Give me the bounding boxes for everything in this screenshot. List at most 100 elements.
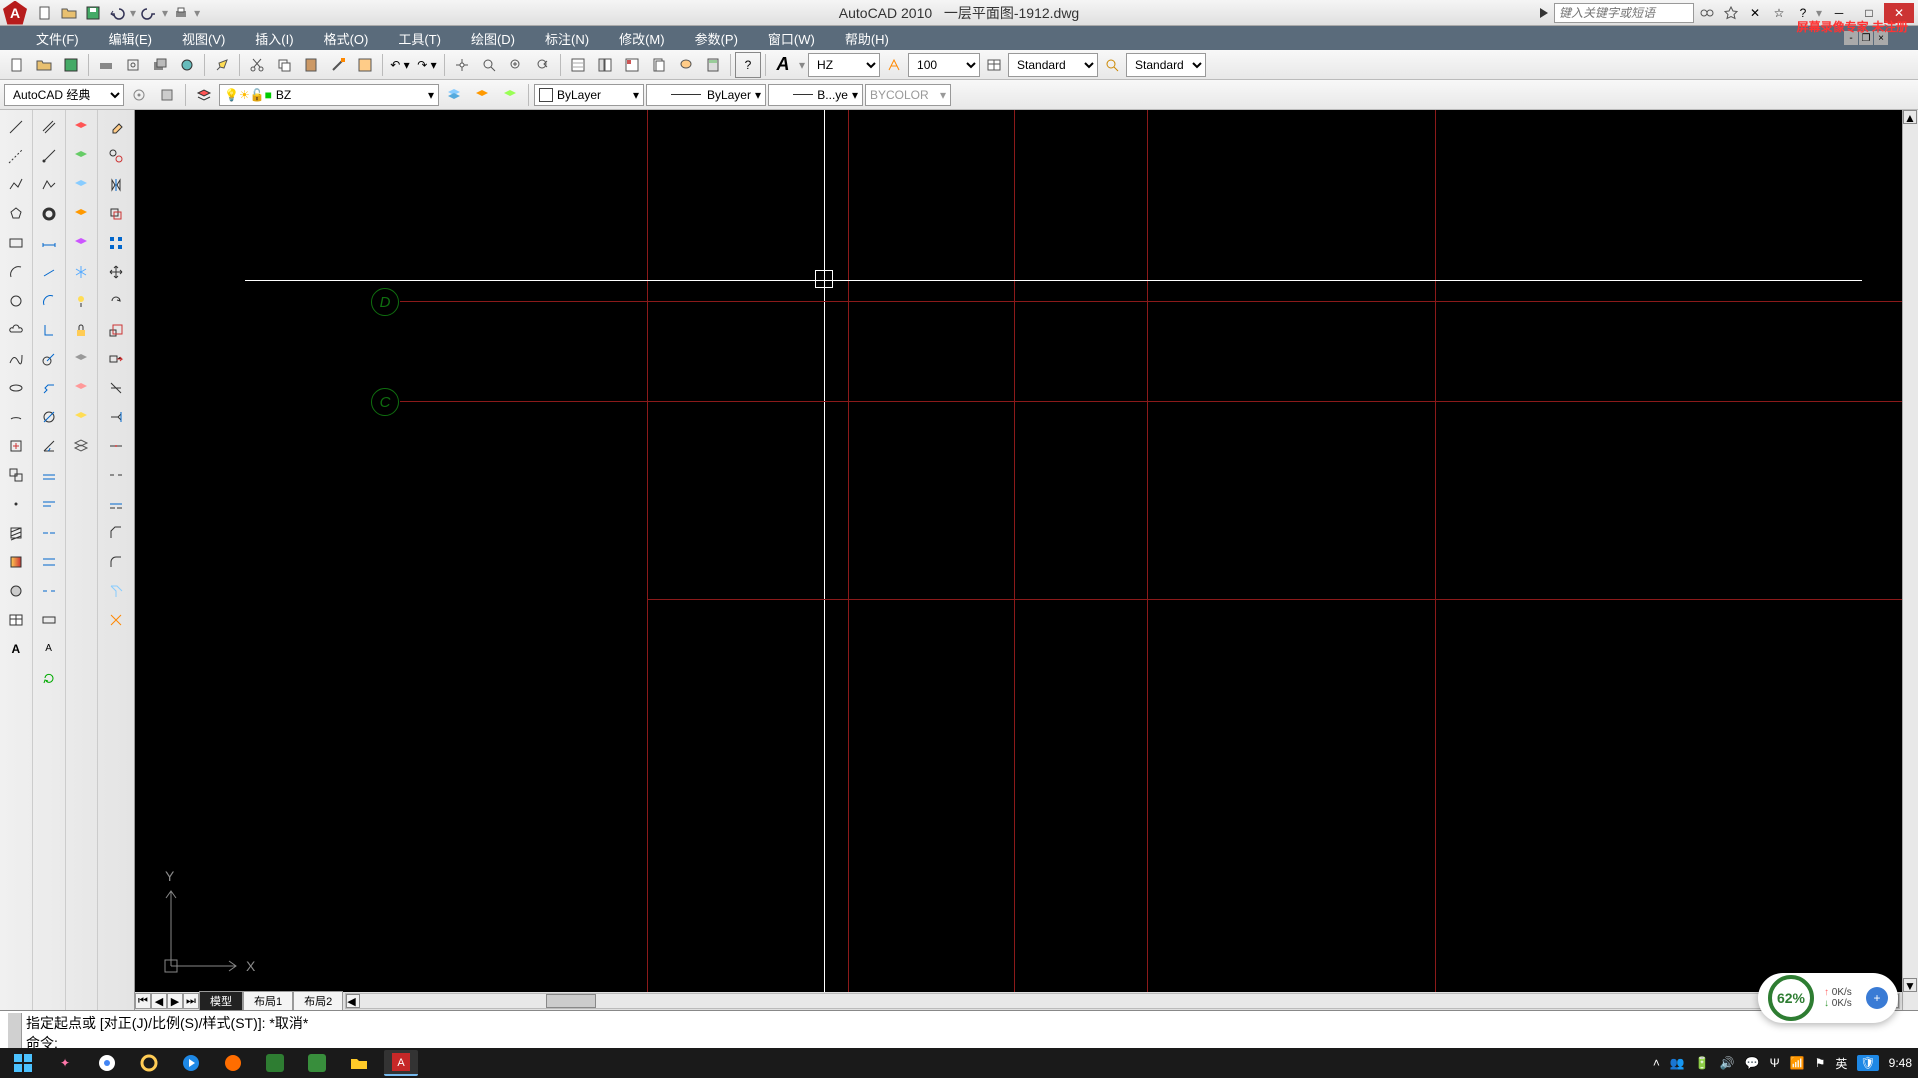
table-style-icon[interactable]: [981, 52, 1007, 78]
redo-btn-icon[interactable]: ↷ ▾: [414, 52, 440, 78]
search-input[interactable]: [1554, 3, 1694, 23]
scroll-left-icon[interactable]: ◀: [346, 994, 360, 1008]
open-file-icon[interactable]: [31, 52, 57, 78]
favorite-icon[interactable]: ☆: [1768, 3, 1790, 23]
layer-lock-icon[interactable]: [66, 315, 96, 344]
tray-action-icon[interactable]: 💬: [1745, 1056, 1760, 1070]
v-scrollbar[interactable]: ▲ ▼: [1902, 110, 1918, 1010]
copy-icon[interactable]: [271, 52, 297, 78]
new-file-icon[interactable]: [4, 52, 30, 78]
break-icon[interactable]: [101, 460, 131, 489]
tray-security-icon[interactable]: 🛡: [1857, 1055, 1878, 1071]
markup-icon[interactable]: [673, 52, 699, 78]
construction-line-icon[interactable]: [1, 141, 31, 170]
refresh-icon[interactable]: [34, 663, 64, 692]
app-logo[interactable]: A: [3, 1, 27, 25]
font-dropdown[interactable]: HZ: [808, 53, 880, 77]
layer-s1-icon[interactable]: [66, 112, 96, 141]
region-icon[interactable]: [1, 576, 31, 605]
circle-icon[interactable]: [1, 286, 31, 315]
drawing-canvas[interactable]: D C X Y ⏮ ◀ ▶ ⏭ 模型 布局1 布局2 ◀ ▶: [135, 110, 1902, 1010]
pan-icon[interactable]: [449, 52, 475, 78]
dim-style-dropdown[interactable]: Standard: [1126, 53, 1206, 77]
line-icon[interactable]: [1, 112, 31, 141]
zoom-window-icon[interactable]: [503, 52, 529, 78]
insert-block-icon[interactable]: [1, 431, 31, 460]
menu-view[interactable]: 视图(V): [176, 27, 231, 50]
sheet-set-icon[interactable]: [646, 52, 672, 78]
dim-space-icon[interactable]: [34, 547, 64, 576]
block-editor-icon[interactable]: [352, 52, 378, 78]
save-icon[interactable]: [82, 3, 104, 23]
tray-chevron-icon[interactable]: ˄: [1653, 1056, 1660, 1070]
scroll-thumb[interactable]: [546, 994, 596, 1008]
layer-prop-icon[interactable]: [191, 82, 217, 108]
subscription-icon[interactable]: [1720, 3, 1742, 23]
point-icon[interactable]: [1, 489, 31, 518]
workspace-settings-icon[interactable]: [126, 82, 152, 108]
dim-angular-icon[interactable]: [34, 431, 64, 460]
tray-notif-icon[interactable]: ⚑: [1815, 1056, 1826, 1070]
dim-aligned-icon[interactable]: [34, 257, 64, 286]
chrome-icon[interactable]: [90, 1050, 124, 1076]
browser-globe-icon[interactable]: [132, 1050, 166, 1076]
speed-plus-icon[interactable]: +: [1866, 987, 1888, 1009]
make-block-icon[interactable]: [1, 460, 31, 489]
rotate-icon[interactable]: [101, 286, 131, 315]
menu-tools[interactable]: 工具(T): [392, 27, 447, 50]
move-icon[interactable]: [101, 257, 131, 286]
layer-dropdown[interactable]: 💡 ☀ 🔓 ■ BZ ▾: [219, 84, 439, 106]
break-point-icon[interactable]: [101, 431, 131, 460]
layer-iso-icon[interactable]: [497, 82, 523, 108]
quickcalc-icon[interactable]: [700, 52, 726, 78]
tab-prev-icon[interactable]: ◀: [151, 993, 167, 1009]
layer-s12-icon[interactable]: [66, 431, 96, 460]
tab-next-icon[interactable]: ▶: [167, 993, 183, 1009]
arc-icon[interactable]: [1, 257, 31, 286]
tray-people-icon[interactable]: 👥: [1670, 1056, 1685, 1070]
cut-icon[interactable]: [244, 52, 270, 78]
clock[interactable]: 9:48: [1889, 1056, 1912, 1070]
stretch-icon[interactable]: [101, 344, 131, 373]
donut-icon[interactable]: [34, 199, 64, 228]
array-icon[interactable]: [101, 228, 131, 257]
dim-break-icon[interactable]: [34, 576, 64, 605]
color-dropdown[interactable]: ByLayer▾: [534, 84, 644, 106]
mtext-icon[interactable]: A: [1, 634, 31, 663]
layer-freeze-icon[interactable]: [66, 257, 96, 286]
rectangle-icon[interactable]: [1, 228, 31, 257]
zoom-prev-icon[interactable]: [530, 52, 556, 78]
ellipse-icon[interactable]: [1, 373, 31, 402]
menu-window[interactable]: 窗口(W): [762, 27, 821, 50]
dim-ordinate-icon[interactable]: [34, 315, 64, 344]
tab-model[interactable]: 模型: [199, 991, 243, 1010]
plot-icon[interactable]: [93, 52, 119, 78]
file-explorer-icon[interactable]: [342, 1050, 376, 1076]
tray-network-icon[interactable]: 📶: [1790, 1056, 1805, 1070]
properties-icon[interactable]: [565, 52, 591, 78]
tab-last-icon[interactable]: ⏭: [183, 993, 199, 1009]
plotstyle-dropdown[interactable]: BYCOLOR▾: [865, 84, 951, 106]
layer-s4-icon[interactable]: [66, 199, 96, 228]
layer-s11-icon[interactable]: [66, 402, 96, 431]
plot-preview-icon[interactable]: [120, 52, 146, 78]
print-icon[interactable]: [170, 3, 192, 23]
menu-edit[interactable]: 编辑(E): [103, 27, 158, 50]
layer-s3-icon[interactable]: [66, 170, 96, 199]
tolerance-icon[interactable]: [34, 605, 64, 634]
menu-help[interactable]: 帮助(H): [839, 27, 895, 50]
3dprint-icon[interactable]: [174, 52, 200, 78]
mline-icon[interactable]: [34, 112, 64, 141]
paste-icon[interactable]: [298, 52, 324, 78]
dim-baseline-icon[interactable]: [34, 489, 64, 518]
dim-style-icon[interactable]: [1099, 52, 1125, 78]
dim-radius-icon[interactable]: [34, 344, 64, 373]
tab-first-icon[interactable]: ⏮: [135, 993, 151, 1009]
hatch-icon[interactable]: [1, 518, 31, 547]
erase-icon[interactable]: [101, 112, 131, 141]
spline-icon[interactable]: [1, 344, 31, 373]
app-green1-icon[interactable]: [258, 1050, 292, 1076]
autocad-task-icon[interactable]: A: [384, 1050, 418, 1076]
mtext-a-icon[interactable]: A: [34, 634, 64, 663]
mirror-icon[interactable]: [101, 170, 131, 199]
